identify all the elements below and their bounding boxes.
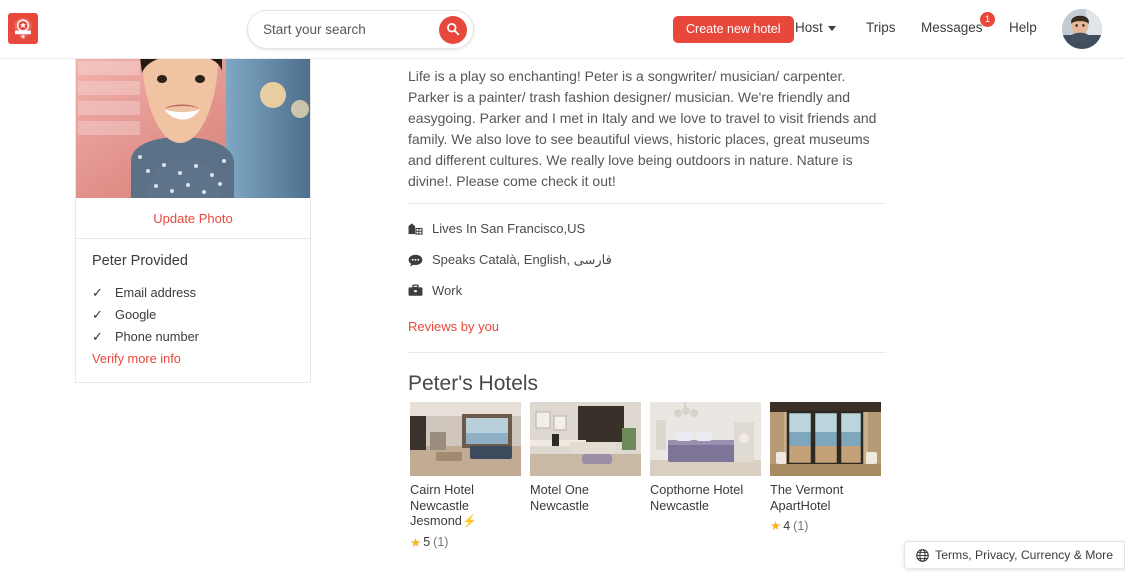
nav-host-label: Host xyxy=(795,20,823,35)
verification-label: Email address xyxy=(115,285,197,300)
location-pin-logo-icon xyxy=(12,17,34,41)
hotel-card[interactable]: Cairn Hotel Newcastle Jesmond⚡ ★ 5 (1) xyxy=(410,402,521,550)
messages-badge: 1 xyxy=(980,12,995,27)
chevron-down-icon xyxy=(827,25,836,31)
search-button[interactable] xyxy=(439,16,467,44)
hotel-card[interactable]: Copthorne Hotel Newcastle xyxy=(650,402,761,550)
site-logo[interactable] xyxy=(8,13,38,44)
divider-top xyxy=(408,203,886,204)
verification-label: Google xyxy=(115,307,157,322)
speaks-label: Speaks Català, English, فارسی xyxy=(432,252,612,267)
verification-item-email: ✓ Email address xyxy=(92,285,294,300)
check-icon: ✓ xyxy=(92,285,103,300)
hotel-card[interactable]: Motel One Newcastle xyxy=(530,402,641,550)
hotel-thumbnail[interactable] xyxy=(410,402,521,476)
provided-title: Peter Provided xyxy=(92,253,188,269)
check-icon: ✓ xyxy=(92,307,103,322)
profile-bio: Life is a play so enchanting! Peter is a… xyxy=(408,68,877,189)
profile-card: Update Photo Peter Provided ✓ Email addr… xyxy=(75,52,311,383)
verification-item-google: ✓ Google xyxy=(92,307,294,322)
hotel-name-text: Copthorne Hotel Newcastle xyxy=(650,482,744,513)
hotel-rating: ★ 5 (1) xyxy=(410,535,521,550)
footer-terms-bar[interactable]: Terms, Privacy, Currency & More xyxy=(904,541,1125,569)
search-icon xyxy=(446,22,460,39)
briefcase-icon xyxy=(408,284,426,297)
lives-in-label: Lives In San Francisco,US xyxy=(432,221,586,236)
nav-messages[interactable]: Messages xyxy=(921,20,983,35)
avatar[interactable] xyxy=(1062,9,1102,49)
create-new-hotel-button[interactable]: Create new hotel xyxy=(673,16,794,43)
globe-icon xyxy=(916,548,929,562)
check-icon: ✓ xyxy=(92,329,103,344)
speech-bubble-icon xyxy=(408,254,426,267)
hotel-name-text: Motel One Newcastle xyxy=(530,482,590,513)
site-header: Create new hotel Host Trips Messages 1 H… xyxy=(0,0,1125,59)
profile-photo xyxy=(76,53,310,198)
reviews-by-you-link[interactable]: Reviews by you xyxy=(408,319,499,334)
hotels-list: Cairn Hotel Newcastle Jesmond⚡ ★ 5 (1) M… xyxy=(410,402,881,550)
hotel-thumbnail[interactable] xyxy=(650,402,761,476)
verification-label: Phone number xyxy=(115,329,199,344)
nav-trips[interactable]: Trips xyxy=(866,20,896,35)
hotels-section-title: Peter's Hotels xyxy=(408,372,539,395)
home-building-icon xyxy=(408,222,426,235)
star-icon: ★ xyxy=(410,535,422,550)
update-photo-link[interactable]: Update Photo xyxy=(153,211,233,226)
verification-item-phone: ✓ Phone number xyxy=(92,329,294,344)
nav-help[interactable]: Help xyxy=(1009,20,1037,35)
info-row-work: Work xyxy=(408,283,462,298)
info-row-lives-in: Lives In San Francisco,US xyxy=(408,221,585,236)
update-photo-row: Update Photo xyxy=(76,198,310,239)
hotel-thumbnail[interactable] xyxy=(530,402,641,476)
hotel-name: Motel One Newcastle xyxy=(530,482,641,513)
rating-value: 4 xyxy=(783,518,791,533)
provided-block: Peter Provided ✓ Email address ✓ Google … xyxy=(76,239,310,382)
verify-more-info-link[interactable]: Verify more info xyxy=(92,351,294,366)
hotel-rating: ★ 4 (1) xyxy=(770,518,881,534)
search-bar[interactable] xyxy=(247,10,474,49)
work-label: Work xyxy=(432,283,463,298)
hotel-name: The Vermont ApartHotel xyxy=(770,482,881,513)
hotel-card[interactable]: The Vermont ApartHotel ★ 4 (1) xyxy=(770,402,881,550)
info-row-speaks: Speaks Català, English, فارسی xyxy=(408,252,612,268)
hotel-name: Cairn Hotel Newcastle Jesmond⚡ xyxy=(410,482,521,530)
star-icon: ★ xyxy=(770,519,782,533)
footer-terms-label: Terms, Privacy, Currency & More xyxy=(935,548,1113,562)
hotel-name-text: The Vermont ApartHotel xyxy=(770,482,844,513)
rating-value: 5 xyxy=(423,535,431,549)
rating-count: (1) xyxy=(433,535,449,549)
search-input[interactable] xyxy=(263,18,423,41)
hotel-thumbnail[interactable] xyxy=(770,402,881,476)
nav-host[interactable]: Host xyxy=(795,20,836,35)
rating-count: (1) xyxy=(793,518,809,533)
lightning-bolt-icon: ⚡ xyxy=(461,514,477,528)
divider-hotels xyxy=(408,352,886,353)
hotel-name: Copthorne Hotel Newcastle xyxy=(650,482,761,513)
